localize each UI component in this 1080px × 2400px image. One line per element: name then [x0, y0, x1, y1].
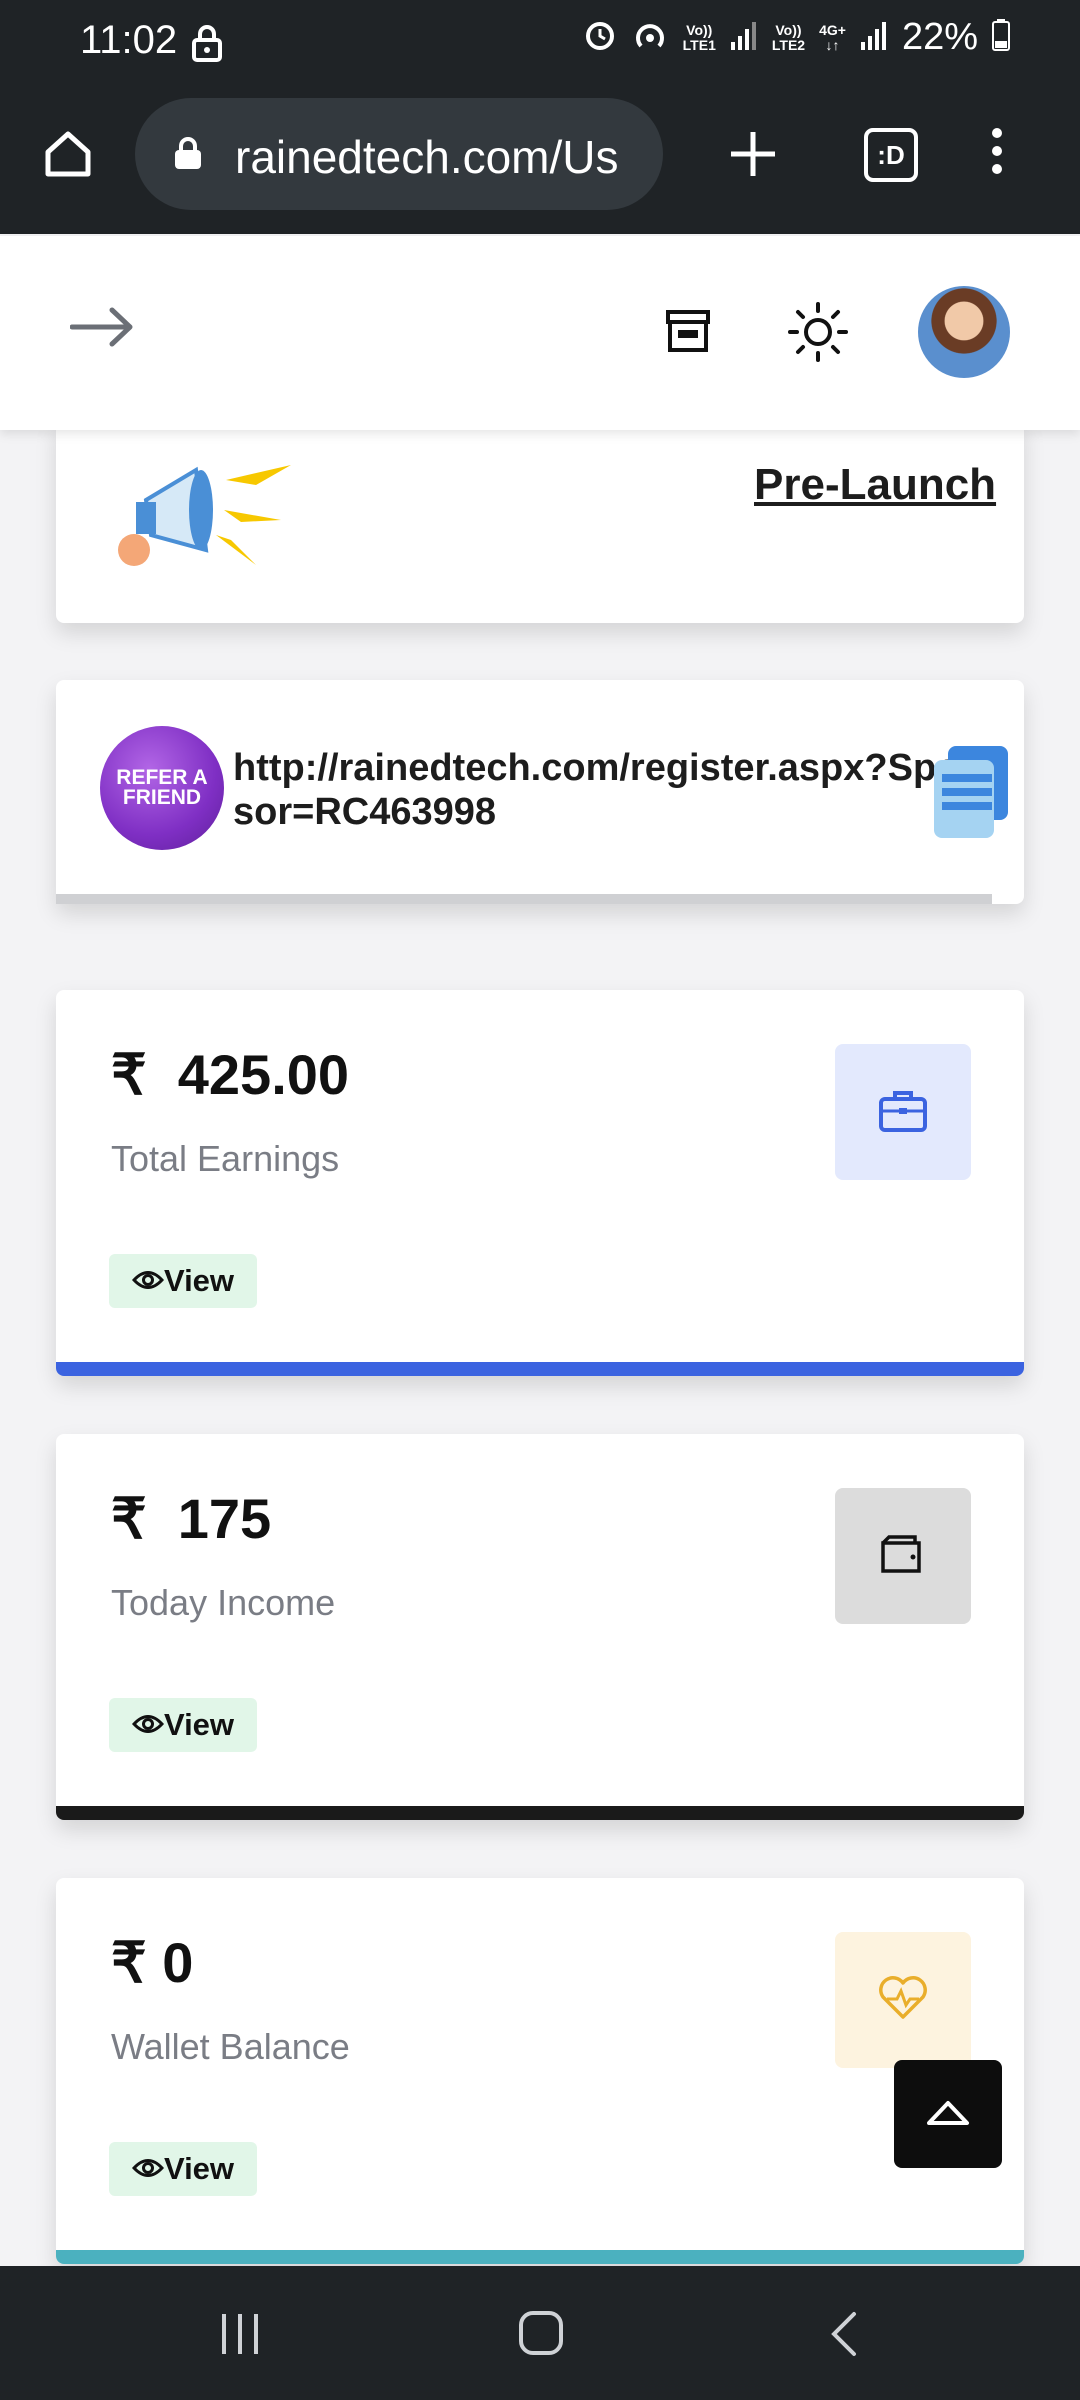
system-nav-bar	[0, 2266, 1080, 2400]
stat-icon-box	[835, 1044, 971, 1180]
wallet-balance-card: ₹ 0 Wallet Balance View	[56, 1878, 1024, 2264]
signal-icon	[730, 20, 758, 55]
stat-accent-bar	[56, 1362, 1024, 1376]
horizontal-scrollbar[interactable]	[56, 894, 992, 904]
network-indicator: 4G+ ↓↑	[819, 21, 846, 53]
app-header	[0, 236, 1080, 430]
sim1-indicator: Vo)) LTE1	[682, 21, 716, 53]
view-button[interactable]: View	[109, 2142, 257, 2196]
stat-icon-box	[835, 1488, 971, 1624]
promo-card: Pre-Launch	[56, 420, 1024, 623]
eye-icon	[131, 1263, 165, 1299]
total-earnings-card: ₹ 425.00 Total Earnings View	[56, 990, 1024, 1376]
stat-label: Wallet Balance	[111, 2026, 350, 2067]
hotspot-icon	[631, 18, 669, 57]
address-bar[interactable]: rainedtech.com/Us	[135, 98, 663, 210]
browser-toolbar: rainedtech.com/Us :D	[0, 88, 1080, 234]
scroll-to-top-button[interactable]	[894, 2060, 1002, 2168]
referral-link: http://rainedtech.com/register.aspx?Spon…	[233, 747, 983, 833]
back-icon[interactable]	[826, 2310, 860, 2363]
today-income-card: ₹ 175 Today Income View	[56, 1434, 1024, 1820]
battery-icon	[992, 19, 1010, 56]
arrow-right-icon[interactable]	[69, 304, 136, 355]
stat-value: ₹ 0	[111, 1931, 194, 1994]
stat-accent-bar	[56, 2250, 1024, 2264]
lock-status-icon	[190, 24, 224, 67]
refer-friend-badge: REFER A FRIEND	[100, 726, 224, 850]
stat-value: ₹ 175	[111, 1487, 272, 1550]
stat-value: ₹ 425.00	[111, 1043, 350, 1106]
more-menu-icon[interactable]	[992, 128, 1002, 182]
new-tab-icon[interactable]	[727, 128, 779, 185]
view-button[interactable]: View	[109, 1254, 257, 1308]
stat-label: Total Earnings	[111, 1138, 340, 1179]
view-button[interactable]: View	[109, 1698, 257, 1752]
stat-label: Today Income	[111, 1582, 336, 1623]
home-icon[interactable]	[42, 128, 94, 185]
eye-icon	[131, 2151, 165, 2187]
user-avatar[interactable]	[918, 286, 1010, 378]
eye-icon	[131, 1707, 165, 1743]
briefcase-icon	[878, 1087, 928, 1138]
prelaunch-heading[interactable]: Pre-Launch	[754, 460, 1024, 510]
home-nav-icon[interactable]	[518, 2310, 564, 2361]
wallet-icon	[879, 1533, 927, 1580]
status-bar: 11:02 Vo)) LTE1 Vo)) LTE2 4G+ ↓↑ 22%	[0, 0, 1080, 88]
sim2-indicator: Vo)) LTE2	[771, 21, 806, 53]
store-icon[interactable]	[664, 308, 712, 359]
stat-accent-bar	[56, 1806, 1024, 1820]
heart-pulse-icon	[877, 1975, 929, 2026]
sun-icon[interactable]	[788, 302, 848, 367]
url-text: rainedtech.com/Us	[235, 131, 619, 183]
battery-level: 22%	[901, 16, 978, 58]
copy-icon[interactable]	[932, 744, 1012, 849]
signal-icon	[860, 20, 888, 55]
stat-icon-box	[835, 1932, 971, 2068]
recent-apps-icon[interactable]	[218, 2312, 262, 2361]
chevron-up-icon	[925, 2097, 971, 2132]
status-time: 11:02	[80, 18, 178, 62]
megaphone-icon	[106, 440, 306, 595]
referral-card: REFER A FRIEND http://rainedtech.com/reg…	[56, 680, 1024, 904]
tab-switcher-button[interactable]: :D	[864, 128, 918, 182]
secure-lock-icon	[173, 136, 203, 175]
alarm-icon	[583, 18, 617, 57]
